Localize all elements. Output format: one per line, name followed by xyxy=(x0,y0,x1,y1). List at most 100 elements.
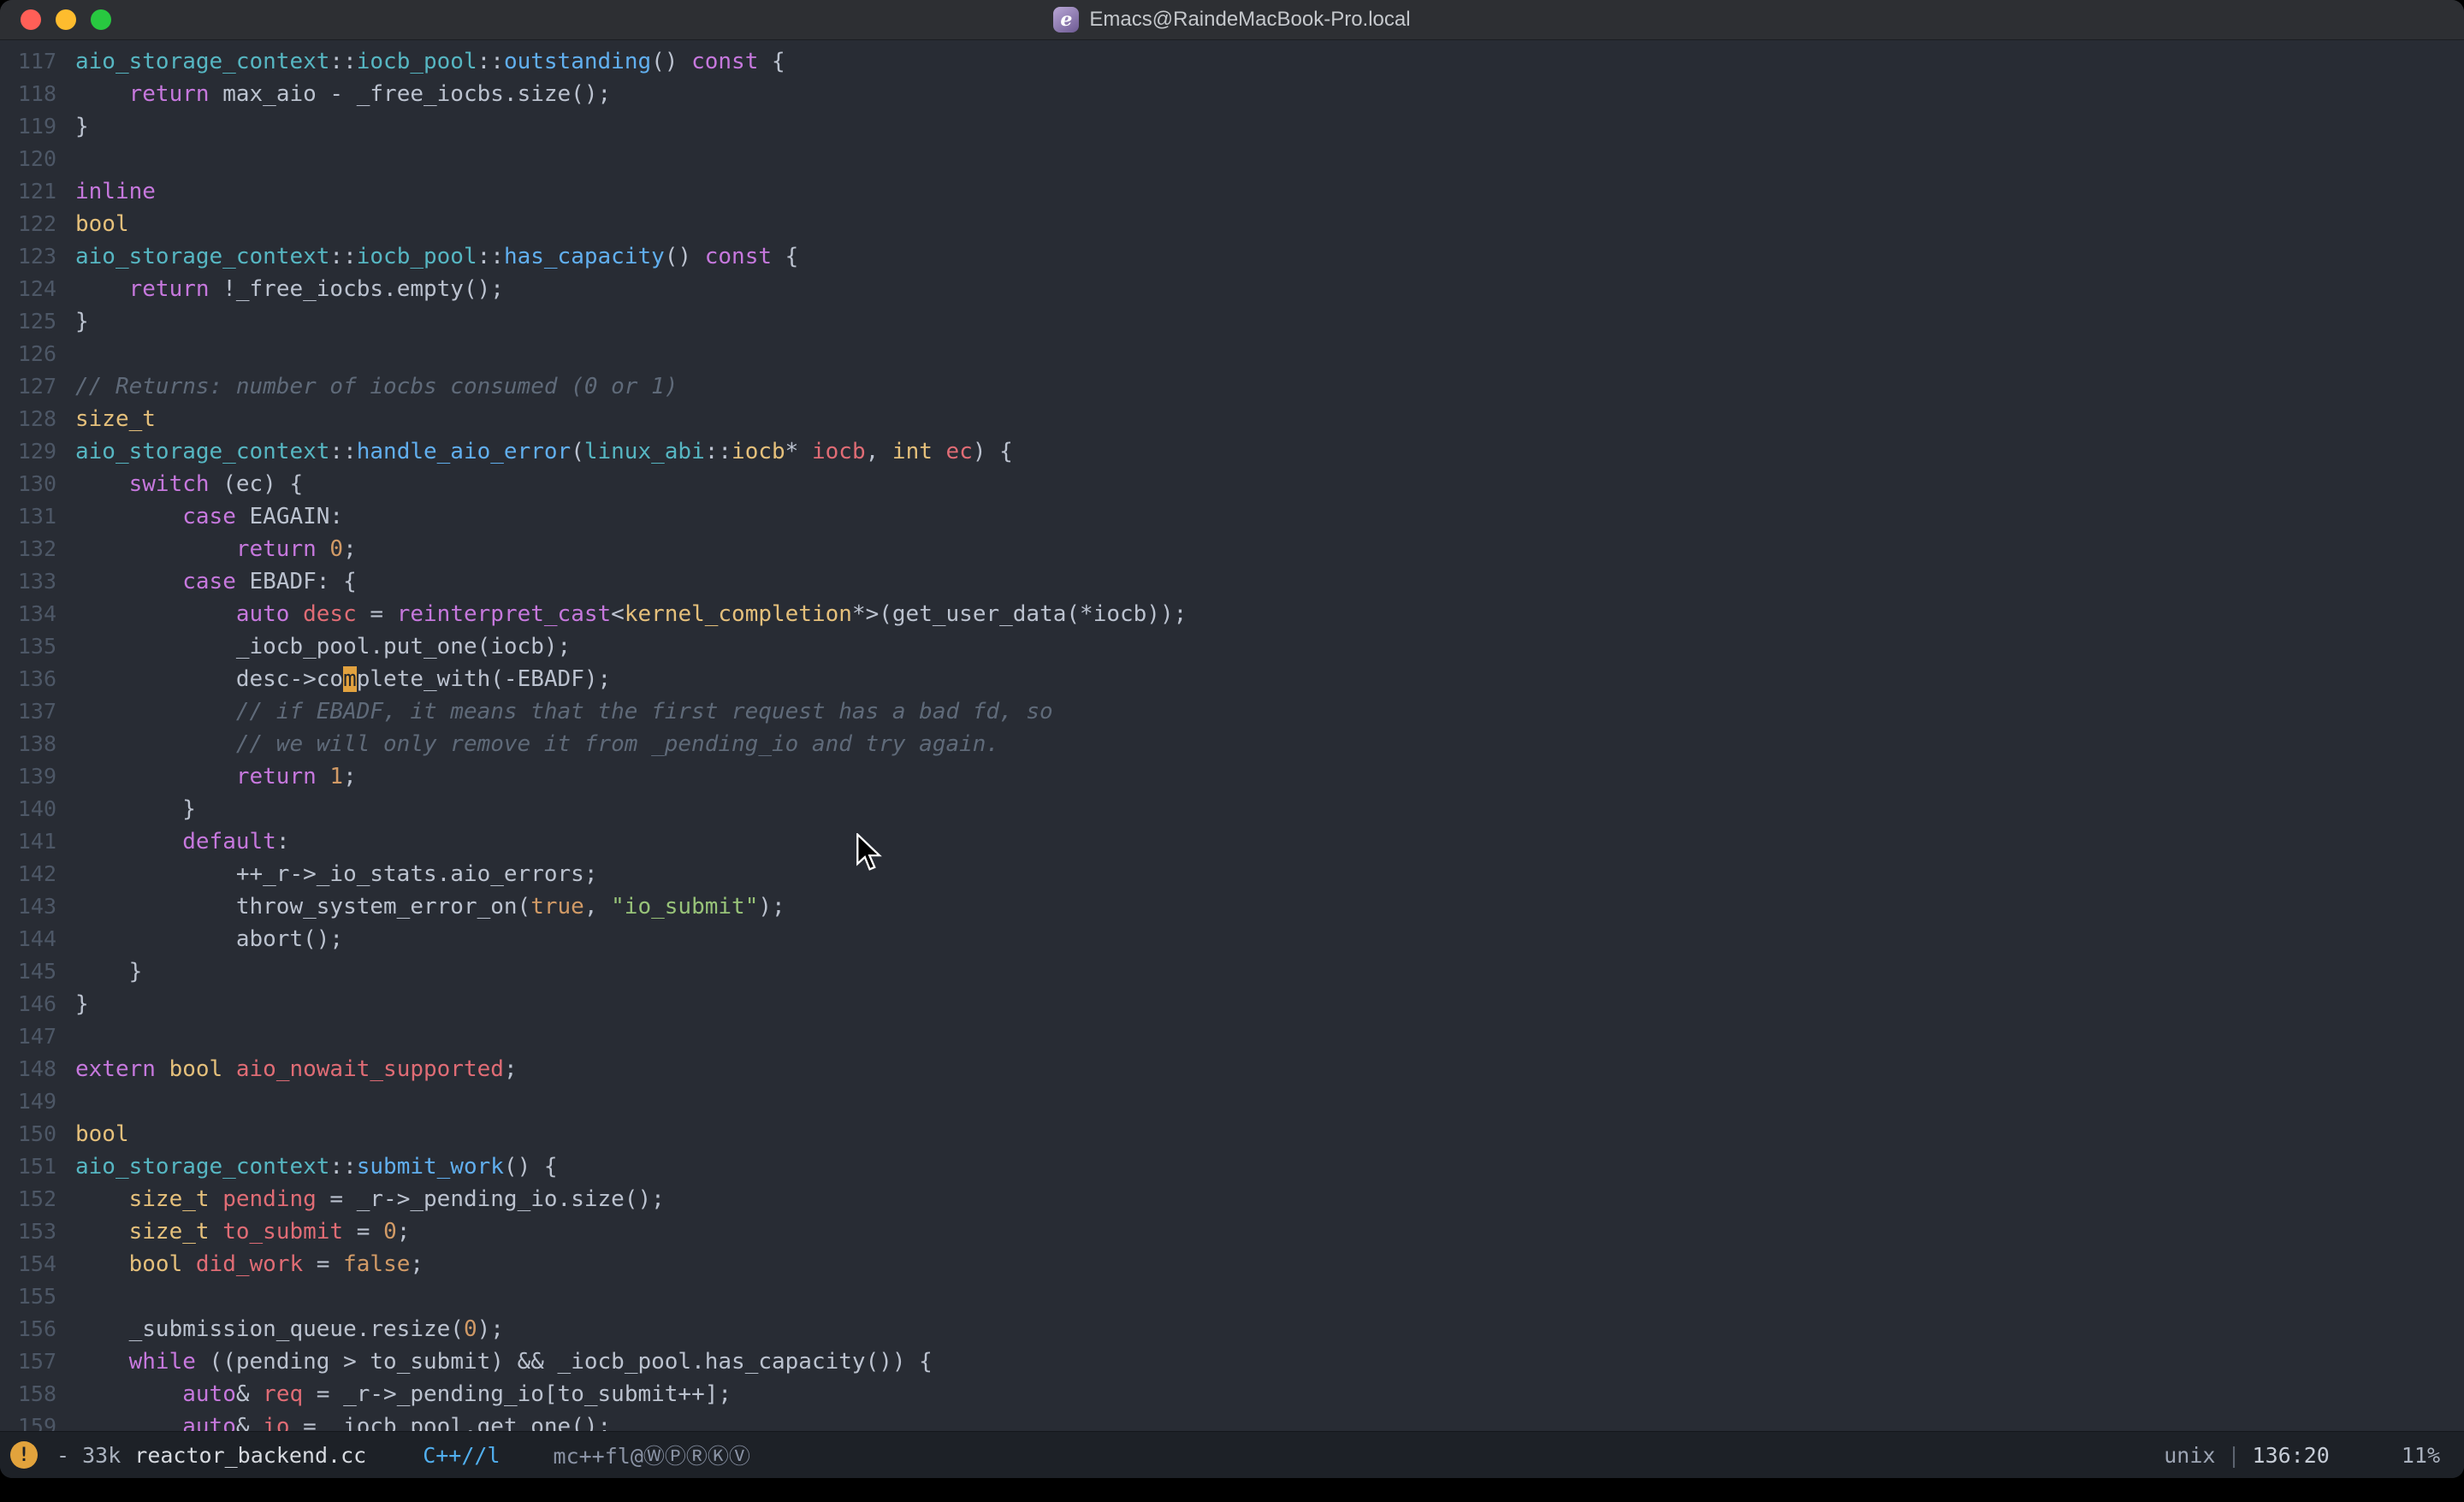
line-number: 133 xyxy=(0,565,75,598)
code-text: } xyxy=(75,955,2464,988)
line-number: 126 xyxy=(0,338,75,370)
code-text: } xyxy=(75,110,2464,143)
code-text: case EBADF: { xyxy=(75,565,2464,598)
code-line[interactable]: 152 size_t pending = _r->_pending_io.siz… xyxy=(0,1183,2464,1215)
code-line[interactable]: 149 xyxy=(0,1085,2464,1118)
code-line[interactable]: 127// Returns: number of iocbs consumed … xyxy=(0,370,2464,403)
code-line[interactable]: 119} xyxy=(0,110,2464,143)
line-number: 125 xyxy=(0,305,75,338)
code-line[interactable]: 126 xyxy=(0,338,2464,370)
title-bar[interactable]: e Emacs@RaindeMacBook-Pro.local xyxy=(0,0,2464,40)
code-line[interactable]: 123aio_storage_context::iocb_pool::has_c… xyxy=(0,240,2464,273)
code-text: return !_free_iocbs.empty(); xyxy=(75,273,2464,305)
code-lines: 117aio_storage_context::iocb_pool::outst… xyxy=(0,45,2464,1431)
line-number: 142 xyxy=(0,858,75,890)
title-group: e Emacs@RaindeMacBook-Pro.local xyxy=(1053,7,1410,33)
line-number: 149 xyxy=(0,1085,75,1118)
code-line[interactable]: 130 switch (ec) { xyxy=(0,468,2464,500)
code-line[interactable]: 120 xyxy=(0,143,2464,175)
code-line[interactable]: 157 while ((pending > to_submit) && _ioc… xyxy=(0,1345,2464,1378)
line-number: 145 xyxy=(0,955,75,988)
code-text: case EAGAIN: xyxy=(75,500,2464,533)
line-number: 117 xyxy=(0,45,75,78)
code-line[interactable]: 138 // we will only remove it from _pend… xyxy=(0,728,2464,760)
code-line[interactable]: 144 abort(); xyxy=(0,923,2464,955)
code-line[interactable]: 153 size_t to_submit = 0; xyxy=(0,1215,2464,1248)
code-text xyxy=(75,143,2464,175)
close-button[interactable] xyxy=(21,9,41,30)
line-number: 127 xyxy=(0,370,75,403)
line-number: 129 xyxy=(0,435,75,468)
code-line[interactable]: 148extern bool aio_nowait_supported; xyxy=(0,1053,2464,1085)
code-line[interactable]: 147 xyxy=(0,1020,2464,1053)
code-line[interactable]: 142 ++_r->_io_stats.aio_errors; xyxy=(0,858,2464,890)
mode-line: ! - 33k reactor_backend.cc C++//l mc++fl… xyxy=(0,1431,2464,1478)
editor[interactable]: 117aio_storage_context::iocb_pool::outst… xyxy=(0,40,2464,1431)
code-line[interactable]: 137 // if EBADF, it means that the first… xyxy=(0,695,2464,728)
line-number: 148 xyxy=(0,1053,75,1085)
code-text: extern bool aio_nowait_supported; xyxy=(75,1053,2464,1085)
line-number: 141 xyxy=(0,825,75,858)
code-line[interactable]: 125} xyxy=(0,305,2464,338)
line-number: 130 xyxy=(0,468,75,500)
code-text: _submission_queue.resize(0); xyxy=(75,1313,2464,1345)
code-line[interactable]: 140 } xyxy=(0,793,2464,825)
code-line[interactable]: 133 case EBADF: { xyxy=(0,565,2464,598)
code-text: size_t to_submit = 0; xyxy=(75,1215,2464,1248)
code-text xyxy=(75,1020,2464,1053)
code-line[interactable]: 128size_t xyxy=(0,403,2464,435)
line-number: 131 xyxy=(0,500,75,533)
code-line[interactable]: 151aio_storage_context::submit_work() { xyxy=(0,1150,2464,1183)
line-number: 139 xyxy=(0,760,75,793)
code-text: } xyxy=(75,793,2464,825)
line-number: 121 xyxy=(0,175,75,208)
code-line[interactable]: 117aio_storage_context::iocb_pool::outst… xyxy=(0,45,2464,78)
line-number: 132 xyxy=(0,533,75,565)
code-text: default: xyxy=(75,825,2464,858)
line-number: 144 xyxy=(0,923,75,955)
zoom-button[interactable] xyxy=(91,9,111,30)
code-line[interactable]: 134 auto desc = reinterpret_cast<kernel_… xyxy=(0,598,2464,630)
code-line[interactable]: 146} xyxy=(0,988,2464,1020)
line-number: 140 xyxy=(0,793,75,825)
line-number: 152 xyxy=(0,1183,75,1215)
buffer-name[interactable]: reactor_backend.cc xyxy=(134,1443,366,1468)
line-number: 158 xyxy=(0,1378,75,1410)
code-line[interactable]: 129aio_storage_context::handle_aio_error… xyxy=(0,435,2464,468)
window-title: Emacs@RaindeMacBook-Pro.local xyxy=(1089,8,1410,32)
code-line[interactable]: 132 return 0; xyxy=(0,533,2464,565)
cursor-position: 136:20 xyxy=(2253,1443,2330,1468)
code-line[interactable]: 141 default: xyxy=(0,825,2464,858)
code-line[interactable]: 124 return !_free_iocbs.empty(); xyxy=(0,273,2464,305)
code-line[interactable]: 156 _submission_queue.resize(0); xyxy=(0,1313,2464,1345)
code-text: } xyxy=(75,988,2464,1020)
code-line[interactable]: 136 desc->complete_with(-EBADF); xyxy=(0,663,2464,695)
code-line[interactable]: 150bool xyxy=(0,1118,2464,1150)
code-line[interactable]: 154 bool did_work = false; xyxy=(0,1248,2464,1280)
minor-modes[interactable]: mc++fl@ⓌⓅⓇⓀⓋ xyxy=(554,1440,750,1470)
text-cursor: m xyxy=(343,666,357,692)
code-text: bool did_work = false; xyxy=(75,1248,2464,1280)
code-line[interactable]: 158 auto& req = _r->_pending_io[to_submi… xyxy=(0,1378,2464,1410)
code-line[interactable]: 131 case EAGAIN: xyxy=(0,500,2464,533)
code-text: size_t xyxy=(75,403,2464,435)
modeline-separator: | xyxy=(2227,1443,2240,1468)
major-mode[interactable]: C++//l xyxy=(423,1443,500,1468)
code-text: aio_storage_context::submit_work() { xyxy=(75,1150,2464,1183)
line-number: 124 xyxy=(0,273,75,305)
code-line[interactable]: 139 return 1; xyxy=(0,760,2464,793)
line-number: 122 xyxy=(0,208,75,240)
code-line[interactable]: 121inline xyxy=(0,175,2464,208)
code-line[interactable]: 145 } xyxy=(0,955,2464,988)
emacs-window: e Emacs@RaindeMacBook-Pro.local 117aio_s… xyxy=(0,0,2464,1478)
code-text: aio_storage_context::iocb_pool::outstand… xyxy=(75,45,2464,78)
code-line[interactable]: 122bool xyxy=(0,208,2464,240)
code-line[interactable]: 118 return max_aio - _free_iocbs.size(); xyxy=(0,78,2464,110)
code-line[interactable]: 159 auto& io = _iocb_pool.get_one(); xyxy=(0,1410,2464,1431)
code-line[interactable]: 143 throw_system_error_on(true, "io_subm… xyxy=(0,890,2464,923)
code-line[interactable]: 155 xyxy=(0,1280,2464,1313)
minimize-button[interactable] xyxy=(56,9,76,30)
code-text: } xyxy=(75,305,2464,338)
line-number: 157 xyxy=(0,1345,75,1378)
code-line[interactable]: 135 _iocb_pool.put_one(iocb); xyxy=(0,630,2464,663)
